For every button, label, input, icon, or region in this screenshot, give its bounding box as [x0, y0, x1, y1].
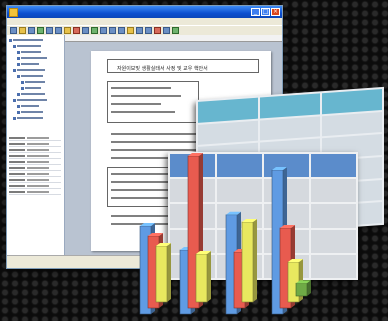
bar-2-2: [241, 219, 257, 303]
bar-3-3: [295, 280, 311, 297]
bar-chart-graphic: [139, 153, 311, 315]
collage: _ □ × 자원이보및 생활실태서 사정 및 교우 핵안서: [0, 0, 388, 321]
bar-1-2: [195, 251, 211, 303]
bar-0-2: [155, 243, 171, 303]
bar-layer: [139, 153, 311, 315]
